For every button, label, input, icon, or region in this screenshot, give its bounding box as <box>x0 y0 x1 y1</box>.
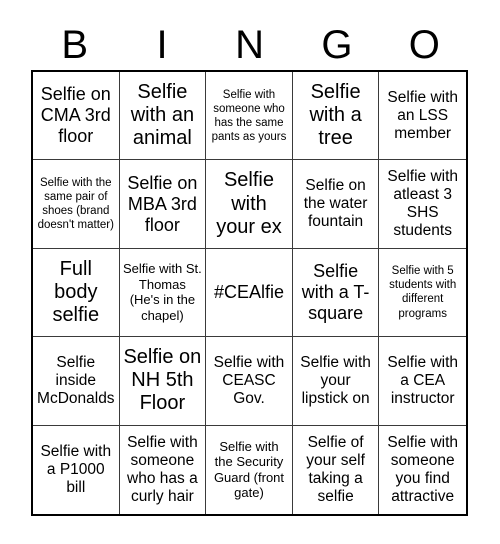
bingo-cell-n1[interactable]: Selfie with someone who has the same pan… <box>206 72 293 161</box>
bingo-cell-label: Selfie with an animal <box>130 80 195 150</box>
bingo-cell-label: Selfie with someone who has the same pan… <box>211 88 287 143</box>
bingo-cell-label: Selfie inside McDonalds <box>37 353 115 407</box>
bingo-cell-n2[interactable]: Selfie with your ex <box>206 160 293 249</box>
bingo-cell-n5[interactable]: Selfie with the Security Guard (front ga… <box>206 425 293 514</box>
bingo-cell-label: Selfie with someone you find attractive <box>387 433 459 505</box>
bingo-cell-n3[interactable]: #CEAlfie <box>206 248 293 338</box>
bingo-cell-label: Selfie with your ex <box>216 169 282 238</box>
bingo-cell-i4[interactable]: Selfie on NH 5th Floor <box>119 337 207 426</box>
bingo-cell-label: Selfie on MBA 3rd floor <box>127 172 198 235</box>
bingo-cell-label: Selfie with the same pair of shoes (bran… <box>37 177 114 232</box>
header-letter-i: I <box>156 23 168 67</box>
bingo-cell-i3[interactable]: Selfie with St. Thomas (He's in the chap… <box>119 248 207 338</box>
bingo-cell-label: Selfie with an LSS member <box>387 88 459 142</box>
bingo-cell-label: Selfie with your lipstick on <box>300 353 371 407</box>
bingo-cell-label: #CEAlfie <box>213 282 284 303</box>
bingo-cell-label: Full body selfie <box>52 257 100 327</box>
bingo-cell-label: Selfie with atleast 3 SHS students <box>387 168 459 240</box>
bingo-cell-label: Selfie with 5 students with different pr… <box>389 265 457 320</box>
bingo-cell-label: Selfie on CMA 3rd floor <box>40 84 111 147</box>
header-letter-o: O <box>408 23 440 67</box>
header-letter-b: B <box>61 23 89 67</box>
bingo-cell-o3[interactable]: Selfie with 5 students with different pr… <box>379 248 466 338</box>
header-letter-n: N <box>235 23 264 67</box>
bingo-cell-o5[interactable]: Selfie with someone you find attractive <box>379 425 466 514</box>
bingo-cell-b3[interactable]: Full body selfie <box>33 248 120 338</box>
bingo-cell-g5[interactable]: Selfie of your self taking a selfie <box>292 425 380 514</box>
bingo-cell-label: Selfie of your self taking a selfie <box>306 433 365 505</box>
bingo-cell-g2[interactable]: Selfie on the water fountain <box>292 160 380 249</box>
bingo-cell-label: Selfie with a CEA instructor <box>387 353 459 407</box>
bingo-cell-label: Selfie with a P1000 bill <box>40 442 112 496</box>
bingo-cell-i5[interactable]: Selfie with someone who has a curly hair <box>119 425 207 514</box>
bingo-cell-b4[interactable]: Selfie inside McDonalds <box>33 337 120 426</box>
bingo-grid: Selfie on CMA 3rd floor Selfie with an a… <box>31 70 468 516</box>
bingo-cell-label: Selfie with CEASC Gov. <box>213 353 285 407</box>
bingo-cell-label: Selfie with St. Thomas (He's in the chap… <box>123 261 202 324</box>
bingo-cell-b5[interactable]: Selfie with a P1000 bill <box>33 425 120 514</box>
bingo-cell-n4[interactable]: Selfie with CEASC Gov. <box>206 337 293 426</box>
bingo-cell-o2[interactable]: Selfie with atleast 3 SHS students <box>379 160 466 249</box>
bingo-card: B I N G O Selfie on CMA 3rd floor Selfie… <box>0 0 500 544</box>
bingo-cell-b1[interactable]: Selfie on CMA 3rd floor <box>33 72 120 161</box>
bingo-cell-label: Selfie with someone who has a curly hair <box>127 433 198 505</box>
bingo-cell-g4[interactable]: Selfie with your lipstick on <box>292 337 380 426</box>
bingo-cell-o4[interactable]: Selfie with a CEA instructor <box>379 337 466 426</box>
bingo-cell-i2[interactable]: Selfie on MBA 3rd floor <box>119 160 207 249</box>
bingo-cell-g3[interactable]: Selfie with a T-square <box>292 248 380 338</box>
bingo-cell-b2[interactable]: Selfie with the same pair of shoes (bran… <box>33 160 120 249</box>
bingo-cell-label: Selfie with a tree <box>309 80 362 150</box>
bingo-cell-g1[interactable]: Selfie with a tree <box>292 72 380 161</box>
header-letter-g: G <box>321 23 353 67</box>
bingo-cell-i1[interactable]: Selfie with an animal <box>119 72 207 161</box>
bingo-header-row: B I N G O <box>31 22 468 68</box>
bingo-cell-label: Selfie with a T-square <box>301 261 370 323</box>
bingo-cell-label: Selfie on NH 5th Floor <box>123 346 202 415</box>
bingo-cell-label: Selfie with the Security Guard (front ga… <box>213 438 285 501</box>
bingo-cell-label: Selfie on the water fountain <box>303 177 368 231</box>
bingo-cell-o1[interactable]: Selfie with an LSS member <box>379 72 466 161</box>
